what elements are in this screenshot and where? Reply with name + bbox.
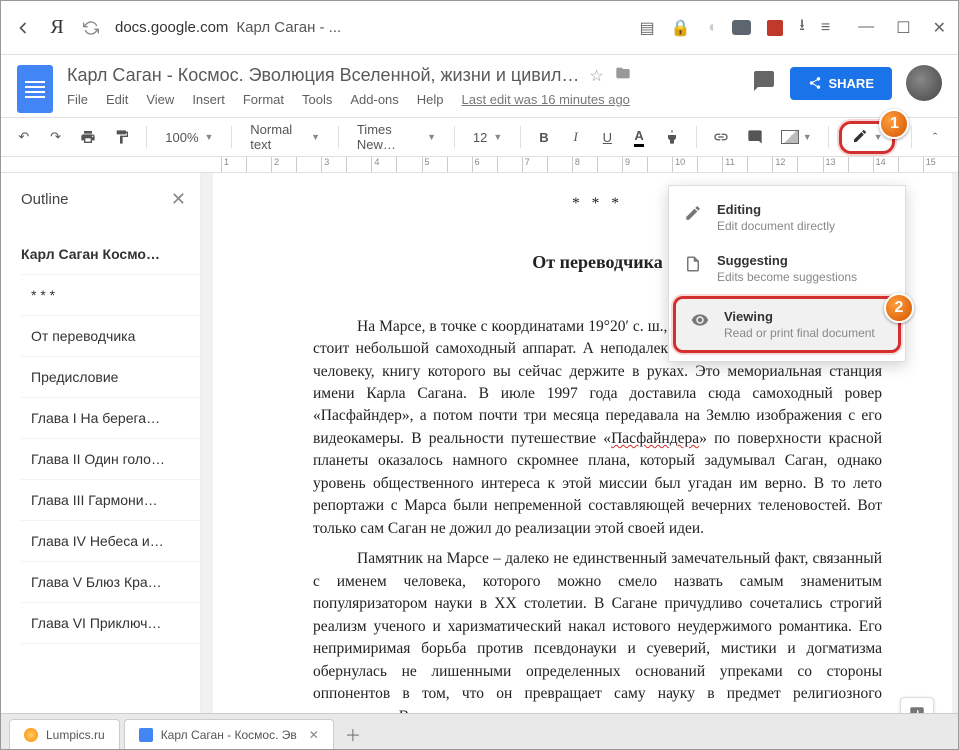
maximize-icon[interactable]: ☐ — [896, 18, 910, 38]
text-color-button[interactable]: A — [626, 124, 652, 151]
favicon-icon — [24, 728, 38, 742]
menu-edit[interactable]: Edit — [106, 92, 128, 107]
undo-icon[interactable]: ↶ — [11, 125, 37, 149]
tab-docs[interactable]: Карл Саган - Космос. Эв ✕ — [124, 719, 334, 749]
outline-item[interactable]: * * * — [21, 275, 200, 316]
font-select[interactable]: Times New…▼ — [349, 118, 444, 156]
menu-tools[interactable]: Tools — [302, 92, 332, 107]
editing-mode-menu: EditingEdit document directly Suggesting… — [668, 185, 906, 362]
reader-icon[interactable]: ▤ — [639, 18, 654, 38]
callout-2: 2 — [884, 293, 914, 323]
back-icon[interactable] — [13, 18, 33, 38]
mode-viewing[interactable]: ViewingRead or print final document 2 — [673, 296, 901, 353]
print-icon[interactable] — [74, 125, 102, 149]
menu-addons[interactable]: Add-ons — [350, 92, 398, 107]
document-title[interactable]: Карл Саган - Космос. Эволюция Вселенной,… — [67, 65, 579, 86]
outline-panel: Outline ✕ Карл Саган Космо…* * *От перев… — [1, 173, 201, 713]
url-domain: docs.google.com — [115, 19, 228, 36]
download-icon[interactable]: ⭳ — [799, 14, 805, 41]
paint-format-icon[interactable] — [108, 125, 136, 149]
outline-item[interactable]: Глава II Один голо… — [21, 439, 200, 480]
bold-button[interactable]: B — [531, 126, 557, 149]
star-icon[interactable]: ☆ — [589, 66, 603, 86]
outline-title: Outline — [21, 191, 69, 208]
comments-icon[interactable] — [752, 69, 776, 98]
comment-icon[interactable] — [741, 125, 769, 149]
minimize-icon[interactable]: — — [858, 18, 874, 38]
docs-header: Карл Саган - Космос. Эволюция Вселенной,… — [1, 55, 958, 117]
url-title: Карл Саган - ... — [236, 19, 341, 36]
docs-logo-icon[interactable] — [17, 65, 53, 113]
close-tab-icon[interactable]: ✕ — [309, 728, 319, 742]
yandex-icon[interactable]: Я — [47, 18, 67, 38]
share-label: SHARE — [828, 76, 874, 91]
lock-icon[interactable]: 🔒 — [671, 18, 691, 38]
mode-suggesting[interactable]: SuggestingEdits become suggestions — [669, 243, 905, 294]
favicon-icon — [139, 728, 153, 742]
chevron-up-icon[interactable]: ˆ — [922, 126, 948, 149]
highlight-button[interactable] — [658, 125, 686, 149]
outline-item[interactable]: Предисловие — [21, 357, 200, 398]
image-icon[interactable]: ▼ — [775, 126, 818, 148]
outline-item[interactable]: Карл Саган Космо… — [21, 234, 200, 275]
close-icon[interactable]: ✕ — [171, 189, 186, 210]
outline-item[interactable]: От переводчика — [21, 316, 200, 357]
eye-icon — [690, 311, 710, 334]
close-window-icon[interactable]: ✕ — [933, 18, 946, 38]
new-tab-button[interactable]: ＋ — [338, 719, 368, 749]
last-edit-link[interactable]: Last edit was 16 minutes ago — [462, 92, 630, 107]
url-bar[interactable]: docs.google.com Карл Саган - ... — [115, 19, 341, 36]
outline-item[interactable]: Глава V Блюз Кра… — [21, 562, 200, 603]
browser-tabs: Lumpics.ru Карл Саган - Космос. Эв ✕ ＋ — [1, 713, 958, 749]
zoom-select[interactable]: 100%▼ — [157, 126, 221, 149]
adblock-icon[interactable] — [767, 20, 783, 36]
menu-view[interactable]: View — [146, 92, 174, 107]
folder-icon[interactable] — [614, 65, 632, 86]
spellcheck-word[interactable]: Пасфайндера — [611, 430, 699, 447]
outline-item[interactable]: Глава IV Небеса и… — [21, 521, 200, 562]
formatting-toolbar: ↶ ↷ 100%▼ Normal text▼ Times New…▼ 12▼ B… — [1, 117, 958, 157]
outline-item[interactable]: Глава VI Приключ… — [21, 603, 200, 644]
outline-item[interactable]: Глава I На берега… — [21, 398, 200, 439]
browser-toolbar: Я docs.google.com Карл Саган - ... ▤ 🔒 ◖… — [1, 1, 958, 55]
italic-button[interactable]: I — [563, 125, 589, 149]
suggest-icon — [683, 255, 703, 278]
turbo-icon[interactable]: ◖ — [707, 19, 717, 37]
tab-lumpics[interactable]: Lumpics.ru — [9, 719, 120, 749]
menu-icon[interactable]: ≡ — [821, 19, 830, 37]
menu-format[interactable]: Format — [243, 92, 284, 107]
link-icon[interactable] — [707, 125, 735, 149]
menu-file[interactable]: File — [67, 92, 88, 107]
underline-button[interactable]: U — [595, 126, 621, 149]
menu-help[interactable]: Help — [417, 92, 444, 107]
horizontal-ruler[interactable]: 123456789101112131415 — [1, 157, 958, 173]
outline-item[interactable]: Глава III Гармони… — [21, 480, 200, 521]
paragraph-style-select[interactable]: Normal text▼ — [242, 118, 328, 156]
reload-icon[interactable] — [81, 18, 101, 38]
doc-paragraph: Памятник на Марсе – далеко не единственн… — [313, 548, 882, 713]
share-button[interactable]: SHARE — [790, 67, 892, 100]
callout-1: 1 — [879, 109, 909, 139]
redo-icon[interactable]: ↷ — [43, 125, 69, 149]
pencil-icon — [852, 128, 868, 147]
font-size-select[interactable]: 12▼ — [465, 126, 510, 149]
badge-icon[interactable]: 12 — [732, 20, 751, 35]
menu-insert[interactable]: Insert — [192, 92, 225, 107]
pencil-icon — [683, 204, 703, 227]
mode-editing[interactable]: EditingEdit document directly — [669, 192, 905, 243]
menu-bar: File Edit View Insert Format Tools Add-o… — [67, 92, 738, 107]
avatar[interactable] — [906, 65, 942, 101]
